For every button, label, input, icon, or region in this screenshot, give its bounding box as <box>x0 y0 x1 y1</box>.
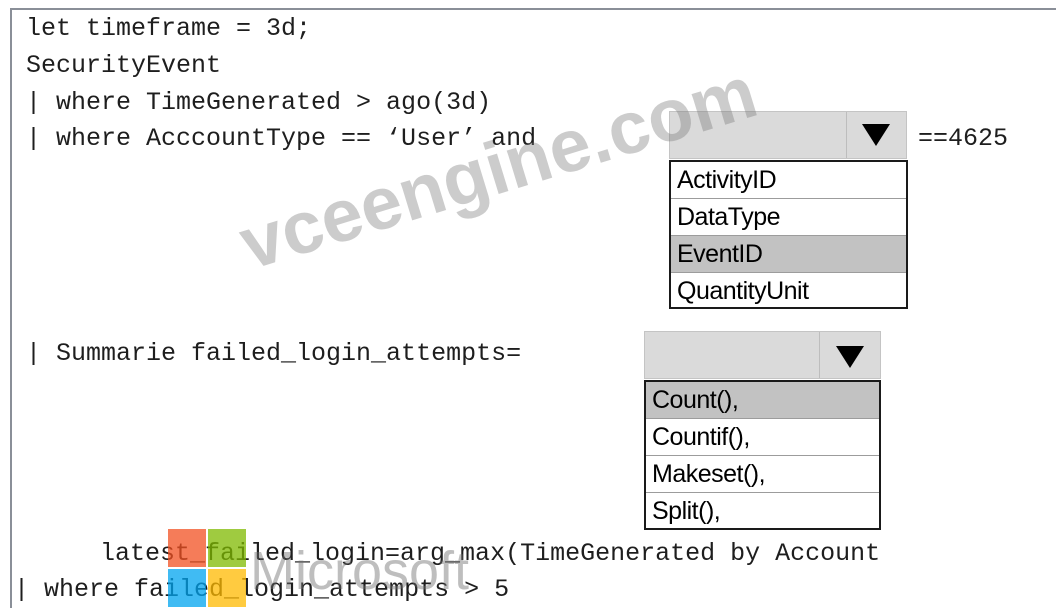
microsoft-logo-red <box>168 529 206 567</box>
option-datatype[interactable]: DataType <box>671 199 906 236</box>
function-dropdown-list: Count(), Countif(), Makeset(), Split(), <box>644 380 881 530</box>
option-countif[interactable]: Countif(), <box>646 419 879 456</box>
microsoft-logo-yellow <box>208 569 246 607</box>
chevron-down-icon[interactable] <box>836 346 864 368</box>
field-dropdown-list: ActivityID DataType EventID QuantityUnit <box>669 160 908 309</box>
microsoft-logo-green <box>208 529 246 567</box>
option-eventid[interactable]: EventID <box>671 236 906 273</box>
code-line-where-time: | where TimeGenerated > ago(3d) <box>26 88 492 117</box>
microsoft-logo-blue <box>168 569 206 607</box>
microsoft-watermark: Microsoft <box>250 541 470 601</box>
option-makeset[interactable]: Makeset(), <box>646 456 879 493</box>
option-activityid[interactable]: ActivityID <box>671 162 906 199</box>
chevron-down-icon[interactable] <box>862 124 890 146</box>
dropdown-divider <box>846 112 847 158</box>
option-quantityunit[interactable]: QuantityUnit <box>671 273 906 310</box>
code-line-table: SecurityEvent <box>26 51 222 80</box>
code-line-timeframe: let timeframe = 3d; <box>26 14 312 43</box>
code-line-event-value: ==4625 <box>918 124 1009 153</box>
dropdown-divider <box>819 332 820 378</box>
option-count[interactable]: Count(), <box>646 382 879 419</box>
code-line-summarize: | Summarie failed_login_attempts= <box>26 339 522 368</box>
option-split[interactable]: Split(), <box>646 493 879 530</box>
